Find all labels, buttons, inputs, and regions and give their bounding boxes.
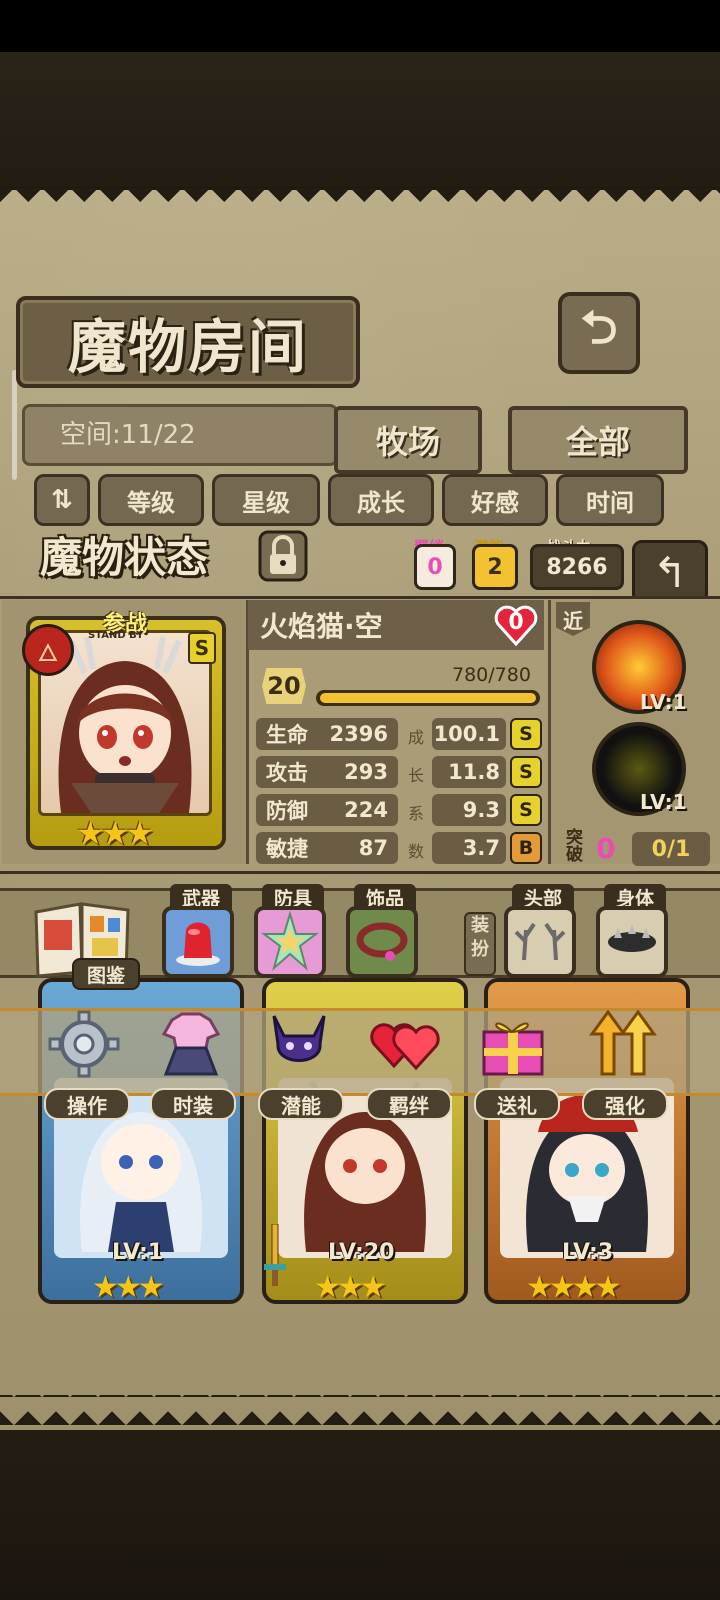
gift-button[interactable]: 送礼 <box>474 1088 560 1120</box>
exp-text: 780/780 <box>452 664 531 686</box>
stat-value: 87 <box>358 836 388 860</box>
exp-bar-fill <box>320 693 536 703</box>
head-slot[interactable] <box>504 906 576 978</box>
card-level: LV:1 <box>112 1240 164 1265</box>
potential-button[interactable]: 潜能 <box>258 1088 344 1120</box>
affection-value: 0 <box>508 610 524 635</box>
status-back-button[interactable]: ↰ <box>632 540 708 604</box>
gift-icon <box>482 1022 544 1076</box>
enhance-button[interactable]: 强化 <box>582 1088 668 1120</box>
stat-label: 防御 <box>266 799 308 823</box>
growth-attack: 11.8 <box>432 756 506 788</box>
stat-label: 生命 <box>266 723 308 747</box>
weapon-slot[interactable] <box>162 906 234 978</box>
stat-agility: 敏捷 87 <box>256 832 398 864</box>
stat-label: 攻击 <box>266 761 308 785</box>
stat-hp: 生命 2396 <box>256 718 398 750</box>
stat-label: 敏捷 <box>266 837 308 861</box>
sort-order-icon: ⇅ <box>51 485 73 515</box>
page-title: 魔物房间 <box>16 296 360 388</box>
skill-level: LV:1 <box>640 690 687 714</box>
sort-bar: ⇅ 等级 星级 成长 好感 时间 <box>30 474 700 526</box>
card-level: LV:3 <box>562 1240 614 1265</box>
grade-badge: B <box>510 832 542 864</box>
stat-value: 2396 <box>329 722 388 746</box>
antler-icon <box>514 922 566 961</box>
collar-icon <box>356 922 408 961</box>
growth-char: 长 <box>407 766 424 785</box>
body-slot[interactable] <box>596 906 668 978</box>
space-counter: 空间:11/22 <box>60 420 196 450</box>
skill-level: LV:1 <box>640 790 687 814</box>
operate-button[interactable]: 操作 <box>44 1088 130 1120</box>
back-button[interactable]: ⮌ <box>558 292 640 374</box>
rank-badge: S <box>188 632 216 664</box>
stat-value: 224 <box>344 798 388 822</box>
panel-zigzag-bottom <box>0 1395 720 1425</box>
armor-slot[interactable] <box>254 906 326 978</box>
card-stars: ★★★ <box>92 1270 165 1305</box>
stat-value: 293 <box>344 760 388 784</box>
gear-icon <box>48 1010 120 1078</box>
dress-up-label: 装扮 <box>464 912 496 976</box>
equipped-sword-icon <box>264 1224 286 1286</box>
growth-defense: 9.3 <box>432 794 506 826</box>
lock-icon[interactable] <box>256 528 310 584</box>
portrait-stars: ★★★ <box>76 814 154 852</box>
tab-ranch[interactable]: 牧场 <box>334 406 482 474</box>
grade-badge: S <box>510 718 542 750</box>
breakthrough-label: 突破 <box>566 828 583 865</box>
sort-growth-button[interactable]: 成长 <box>328 474 434 526</box>
grade-badge: S <box>510 794 542 826</box>
bottom-background <box>0 1430 720 1600</box>
hearts-icon <box>370 1023 440 1071</box>
crystal-star-icon <box>261 910 319 971</box>
return-arrow-icon: ↰ <box>652 547 688 597</box>
grade-badge: S <box>510 756 542 788</box>
panel-zigzag-top <box>0 188 720 216</box>
sort-order-button[interactable]: ⇅ <box>34 474 90 526</box>
scrollbar[interactable] <box>12 370 17 480</box>
level-badge: 20 <box>262 668 306 704</box>
power-value: 8266 <box>530 544 624 590</box>
sort-star-button[interactable]: 星级 <box>212 474 320 526</box>
card-stars: ★★★★ <box>526 1270 622 1305</box>
sort-affection-button[interactable]: 好感 <box>442 474 548 526</box>
sort-level-button[interactable]: 等级 <box>98 474 204 526</box>
growth-char: 成 <box>407 728 424 747</box>
growth-char: 数 <box>407 842 424 861</box>
potential-count: 2 <box>472 544 518 590</box>
spiked-collar-icon <box>608 924 656 952</box>
costume-button[interactable]: 时装 <box>150 1088 236 1120</box>
growth-char: 系 <box>407 804 424 823</box>
breakthrough-progress[interactable]: 0/1 <box>632 832 710 866</box>
accessory-slot[interactable] <box>346 906 418 978</box>
sort-time-button[interactable]: 时间 <box>556 474 664 526</box>
card-level: LV:20 <box>328 1240 395 1265</box>
system-status-bar <box>0 0 720 52</box>
bond-count: 0 <box>414 544 456 590</box>
breakthrough-count: 0 <box>596 832 616 865</box>
growth-agility: 3.7 <box>432 832 506 864</box>
return-arrow-icon: ⮌ <box>580 300 618 354</box>
jelly-icon <box>176 922 220 966</box>
outfit-icon <box>161 1012 221 1076</box>
card-stars: ★★★ <box>314 1270 387 1305</box>
encyclopedia-button[interactable]: 图鉴 <box>72 958 140 990</box>
demon-icon <box>272 1015 326 1062</box>
standby-sublabel: STAND BY <box>88 630 144 641</box>
growth-hp: 100.1 <box>432 718 506 750</box>
bond-button[interactable]: 羁绊 <box>366 1088 452 1120</box>
stat-defense: 防御 224 <box>256 794 398 826</box>
status-title: 魔物状态 <box>39 532 208 582</box>
top-background <box>0 52 720 187</box>
upgrade-arrows-icon <box>589 1009 657 1076</box>
tab-all[interactable]: 全部 <box>508 406 688 474</box>
stat-attack: 攻击 293 <box>256 756 398 788</box>
